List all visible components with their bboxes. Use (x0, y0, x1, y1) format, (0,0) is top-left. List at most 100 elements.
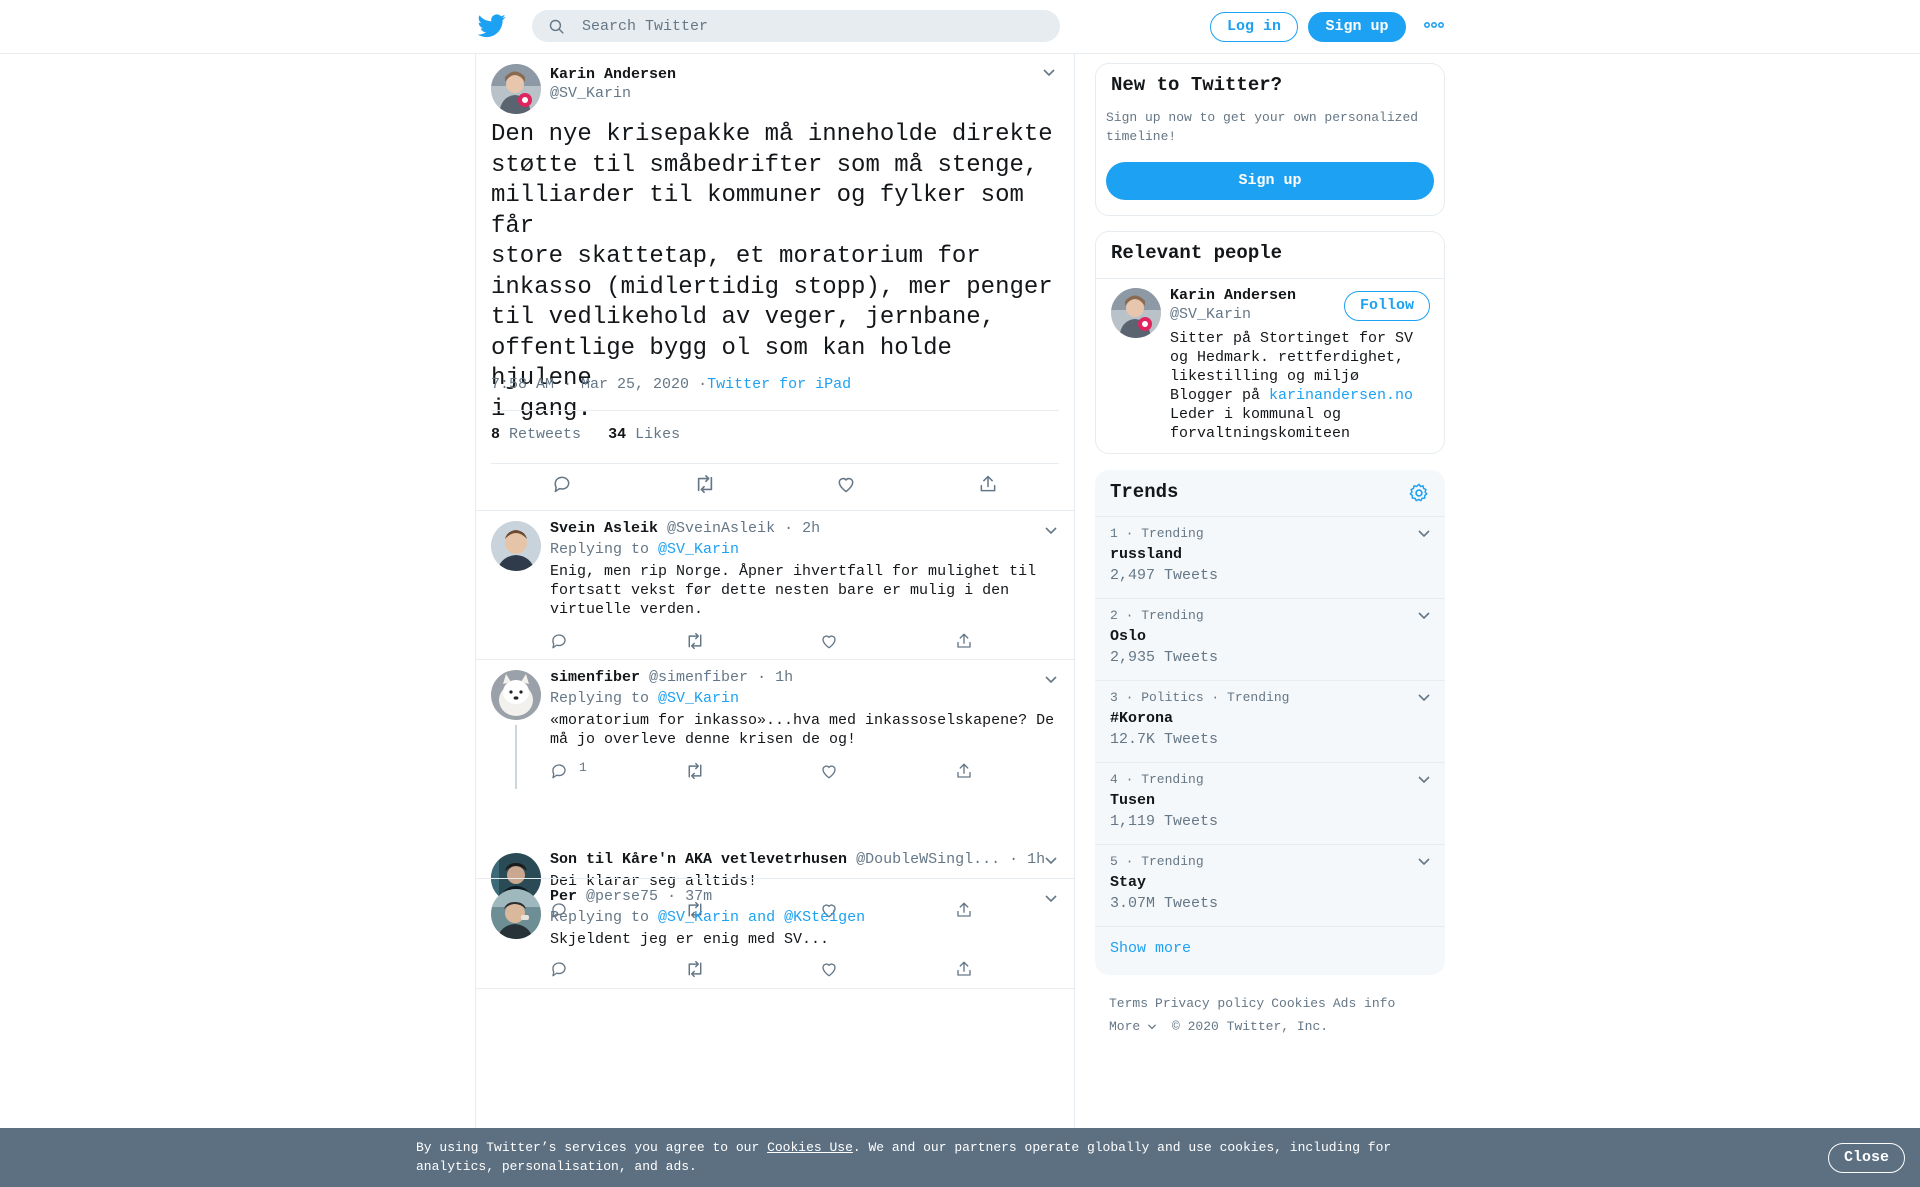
more-dots-icon[interactable] (1424, 20, 1444, 30)
person-name[interactable]: Karin Andersen (1170, 287, 1296, 304)
trend-count: 1,119 Tweets (1110, 813, 1219, 830)
avatar[interactable] (1111, 288, 1161, 338)
footer-cookies-link[interactable]: Cookies (1271, 996, 1326, 1011)
retweet-icon[interactable] (685, 960, 705, 978)
chevron-down-icon[interactable] (1044, 894, 1058, 904)
author-name[interactable]: Per (550, 888, 577, 905)
author-name[interactable]: Son til Kåre'n AKA vetlevetrhusen (550, 851, 847, 868)
like-icon[interactable] (820, 960, 838, 978)
reply-icon[interactable] (550, 960, 568, 978)
trend-name: russland (1110, 546, 1183, 563)
retweets-stat[interactable]: 8 Retweets (491, 426, 581, 443)
reply-text: Skjeldent jeg er enig med SV... (550, 931, 830, 948)
author-handle[interactable]: @simenfiber (649, 669, 748, 686)
reply-time[interactable]: · 1h (757, 669, 793, 686)
replying-to-link[interactable]: @SV_Karin (658, 541, 739, 558)
trend-name: Oslo (1110, 628, 1147, 645)
replying-to: Replying to @SV_Karin (550, 541, 739, 558)
footer-terms-link[interactable]: Terms (1109, 996, 1148, 1011)
reply-time[interactable]: · 2h (784, 520, 820, 537)
retweet-icon[interactable] (685, 762, 705, 780)
trend-meta: 2 · Trending (1110, 608, 1204, 623)
gear-icon[interactable] (1408, 482, 1430, 504)
footer-privacy-link[interactable]: Privacy policy (1155, 996, 1264, 1011)
reply-icon[interactable] (550, 762, 568, 780)
retweet-icon[interactable] (685, 632, 705, 650)
reply-tweet[interactable]: Per @perse75 · 37m Replying to @SV_Karin… (476, 879, 1074, 994)
reply-text: Enig, men rip Norge. Åpner ihvertfall fo… (550, 563, 1037, 618)
author-handle[interactable]: @DoubleWSingl... (856, 851, 1000, 868)
like-icon[interactable] (820, 632, 838, 650)
login-button[interactable]: Log in (1210, 12, 1298, 42)
search-box[interactable] (532, 10, 1060, 42)
reply-tweet[interactable]: Svein Asleik @SveinAsleik · 2h Replying … (476, 511, 1074, 660)
reply-time[interactable]: · 37m (667, 888, 712, 905)
chevron-down-icon[interactable] (1417, 857, 1431, 867)
reply-icon[interactable] (550, 632, 568, 650)
retweets-label: Retweets (509, 426, 582, 443)
share-icon[interactable] (955, 632, 973, 650)
share-icon[interactable] (955, 960, 973, 978)
trend-item[interactable]: 4 · Trending Tusen 1,119 Tweets (1095, 762, 1445, 844)
reply-header: simenfiber @simenfiber · 1h (550, 669, 793, 686)
trend-count: 3.07M Tweets (1110, 895, 1219, 912)
person-handle[interactable]: @SV_Karin (1170, 306, 1251, 323)
chevron-down-icon[interactable] (1042, 68, 1056, 78)
author-handle[interactable]: @SveinAsleik (667, 520, 775, 537)
like-icon[interactable] (836, 474, 856, 494)
tweet-stats: 8 Retweets 34 Likes (491, 426, 680, 443)
like-icon[interactable] (820, 762, 838, 780)
divider (1095, 926, 1445, 927)
avatar[interactable] (491, 521, 541, 571)
chevron-down-icon (1148, 1023, 1157, 1029)
share-icon[interactable] (978, 474, 998, 494)
new-to-twitter-card: New to Twitter? Sign up now to get your … (1095, 63, 1445, 216)
footer-more-button[interactable]: More (1109, 1019, 1157, 1034)
tweet-source-link[interactable]: Twitter for iPad (707, 376, 851, 393)
footer-ads-link[interactable]: Ads info (1333, 996, 1395, 1011)
replying-to-link[interactable]: @SV_Karin (658, 690, 739, 707)
reply-text: «moratorium for inkasso»...hva med inkas… (550, 712, 1055, 748)
avatar[interactable] (491, 670, 541, 720)
top-navigation-bar: Log in Sign up (0, 0, 1920, 54)
author-handle[interactable]: @perse75 (586, 888, 658, 905)
trend-item[interactable]: 3 · Politics · Trending #Korona 12.7K Tw… (1095, 680, 1445, 762)
cookies-use-link[interactable]: Cookies Use (767, 1140, 853, 1155)
author-name[interactable]: Karin Andersen (550, 66, 676, 83)
likes-stat[interactable]: 34 Likes (608, 426, 680, 443)
follow-button[interactable]: Follow (1344, 291, 1430, 321)
author-name[interactable]: simenfiber (550, 669, 640, 686)
signup-button[interactable]: Sign up (1106, 162, 1434, 200)
chevron-down-icon[interactable] (1417, 775, 1431, 785)
twitter-bird-icon[interactable] (478, 14, 506, 38)
chevron-down-icon[interactable] (1044, 675, 1058, 685)
trend-item[interactable]: 1 · Trending russland 2,497 Tweets (1095, 516, 1445, 598)
search-input[interactable] (582, 10, 1042, 42)
replying-to-link[interactable]: @SV_Karin and @KSteigen (658, 909, 865, 926)
tweet-timestamp[interactable]: 7:58 AM · Mar 25, 2020 (491, 376, 689, 393)
reply-tweet[interactable]: simenfiber @simenfiber · 1h Replying to … (476, 660, 1074, 789)
card-title: New to Twitter? (1111, 74, 1283, 96)
reply-icon[interactable] (552, 474, 572, 494)
chevron-down-icon[interactable] (1417, 611, 1431, 621)
avatar[interactable] (491, 64, 541, 114)
chevron-down-icon[interactable] (1417, 529, 1431, 539)
share-icon[interactable] (955, 762, 973, 780)
bio-link[interactable]: karinandersen.no (1269, 387, 1413, 404)
divider (491, 463, 1059, 464)
chevron-down-icon[interactable] (1044, 856, 1058, 866)
retweet-icon[interactable] (694, 474, 716, 494)
signup-button[interactable]: Sign up (1308, 12, 1406, 42)
reply-time[interactable]: · 1h (1009, 851, 1045, 868)
trend-item[interactable]: 5 · Trending Stay 3.07M Tweets (1095, 844, 1445, 926)
avatar[interactable] (491, 889, 541, 939)
chevron-down-icon[interactable] (1044, 526, 1058, 536)
trend-item[interactable]: 2 · Trending Oslo 2,935 Tweets (1095, 598, 1445, 680)
card-title: Trends (1110, 481, 1179, 503)
author-name[interactable]: Svein Asleik (550, 520, 658, 537)
close-button[interactable]: Close (1828, 1143, 1905, 1173)
reply-count: 1 (579, 760, 587, 775)
show-more-link[interactable]: Show more (1110, 940, 1191, 957)
author-handle[interactable]: @SV_Karin (550, 85, 631, 102)
chevron-down-icon[interactable] (1417, 693, 1431, 703)
